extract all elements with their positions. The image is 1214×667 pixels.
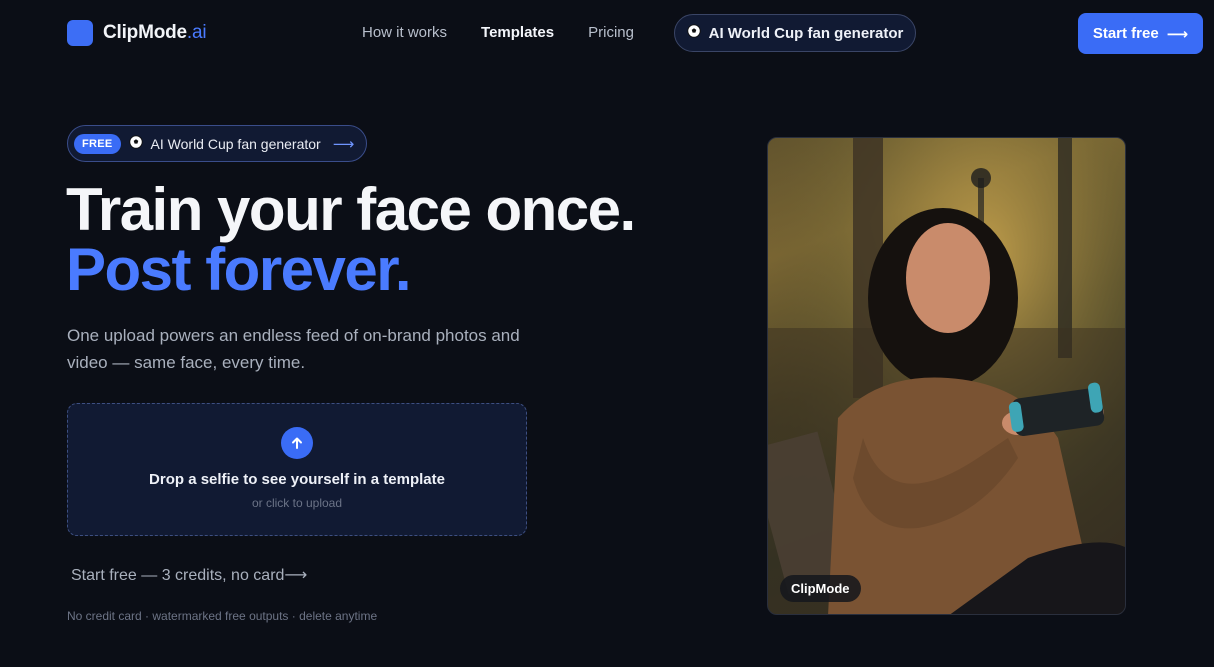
nav-how-it-works[interactable]: How it works [362,24,447,41]
woman-gaming-photo [768,138,1125,614]
arrow-right-icon: ⟶ [332,135,355,153]
promo-badge[interactable]: FREE AI World Cup fan generator ⟶ [67,125,367,162]
nav-pricing[interactable]: Pricing [588,24,634,41]
world-cup-generator-link[interactable]: AI World Cup fan generator [674,14,916,52]
promo-badge-label: AI World Cup fan generator [150,135,321,152]
dropzone-title: Drop a selfie to see yourself in a templ… [149,471,445,488]
free-tag: FREE [74,133,121,154]
start-free-link[interactable]: Start free — 3 credits, no card⟶ [71,565,307,585]
soccer-ball-icon [128,135,143,152]
headline-line-1: Train your face once. [66,176,636,243]
fine-print: No credit card · watermarked free output… [67,609,378,623]
soccer-ball-icon [686,24,701,42]
hero-subtitle: One upload powers an endless feed of on-… [67,326,520,372]
hero-headline: Train your face once. Post forever. [66,176,636,303]
start-free-button[interactable]: Start free ⟶ [1078,13,1203,54]
arrow-right-icon: ⟶ [1166,25,1189,43]
template-preview-photo: ClipMode [767,137,1126,615]
upload-arrow-icon [281,427,313,459]
brand-name: ClipMode.ai [103,22,207,43]
start-free-label: Start free [1092,25,1159,42]
brand-logo[interactable]: ClipMode.ai [67,20,207,46]
selfie-dropzone[interactable]: Drop a selfie to see yourself in a templ… [67,403,527,536]
nav-templates[interactable]: Templates [481,24,554,41]
moon-icon [67,20,93,46]
world-cup-generator-label: AI World Cup fan generator [708,24,904,42]
preview-brand-label: ClipMode [780,575,861,602]
main-nav: How it works Templates Pricing [362,24,634,41]
dropzone-hint: or click to upload [251,496,343,510]
headline-line-2: Post forever. [66,236,411,303]
site-header: ClipMode.ai How it works Templates Prici… [0,0,1214,68]
